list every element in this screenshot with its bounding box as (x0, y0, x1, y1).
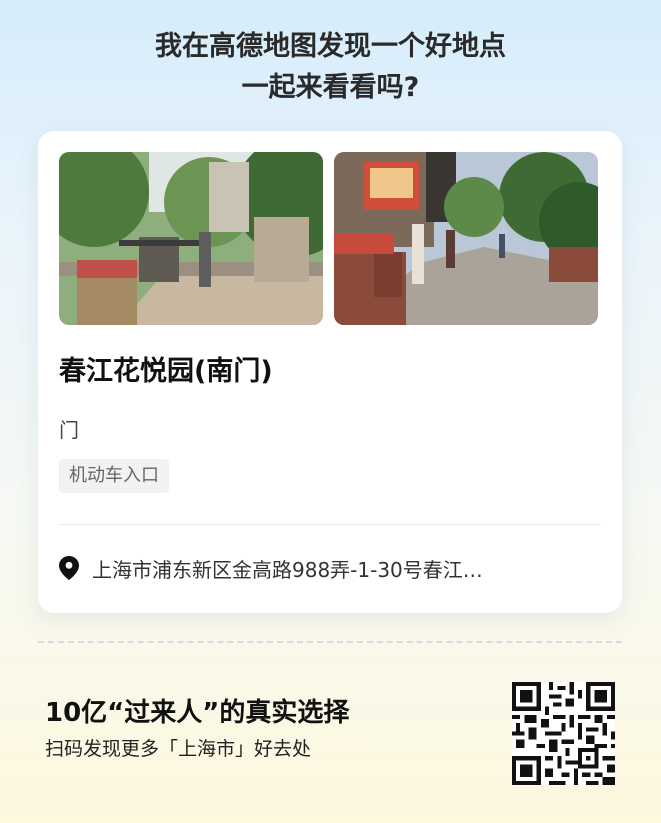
promo-title: 10亿“过来人”的真实选择 (45, 698, 350, 728)
dashed-divider (38, 641, 622, 643)
headline-line-1: 我在高德地图发现一个好地点 (155, 31, 506, 62)
place-photo-gate[interactable] (59, 152, 323, 325)
place-address: 上海市浦东新区金高路988弄-1-30号春江… (92, 557, 483, 582)
place-category: 门 (59, 418, 79, 442)
promo-subtitle: 扫码发现更多「上海市」好去处 (45, 738, 312, 760)
place-photo-street[interactable] (334, 152, 598, 325)
place-name: 春江花悦园(南门) (59, 356, 273, 387)
place-card[interactable]: 春江花悦园(南门) 门 机动车入口 上海市浦东新区金高路988弄-1-30号春江… (38, 131, 622, 613)
address-row[interactable]: 上海市浦东新区金高路988弄-1-30号春江… (59, 554, 601, 582)
place-tag: 机动车入口 (59, 459, 169, 493)
headline-line-2: 一起来看看吗? (241, 72, 420, 103)
qr-code[interactable] (512, 682, 615, 785)
share-headline: 我在高德地图发现一个好地点 一起来看看吗? (0, 26, 661, 108)
card-divider (59, 524, 601, 525)
location-pin-icon (59, 556, 79, 580)
